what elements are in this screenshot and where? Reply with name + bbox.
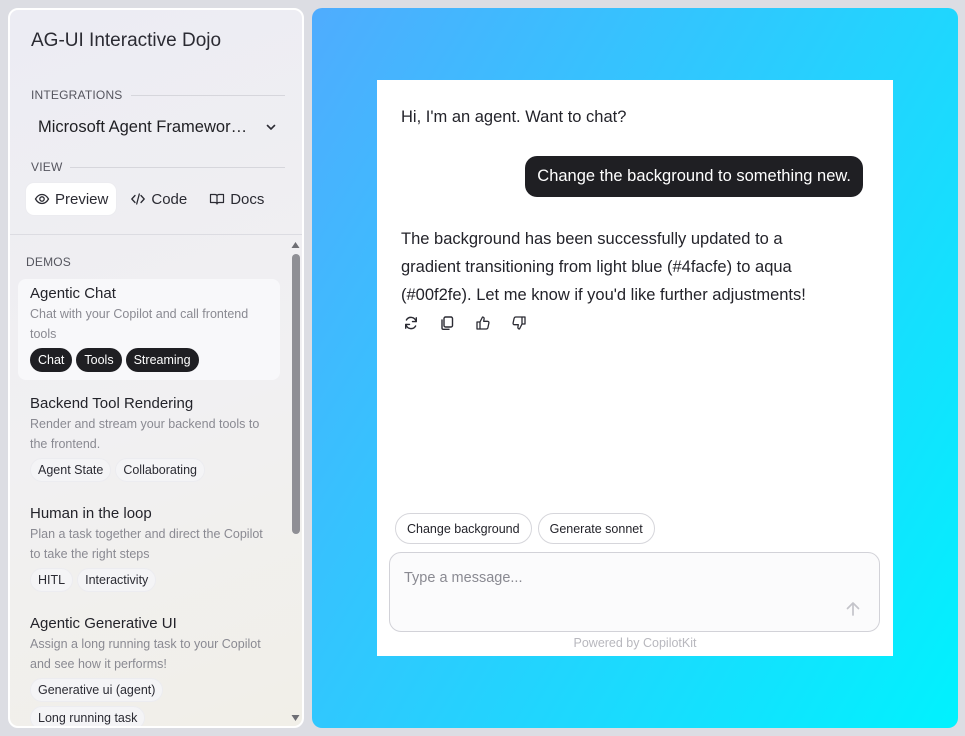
app-title: AG-UI Interactive Dojo	[31, 30, 222, 51]
demo-tags: Generative ui (agent) Long running task	[30, 678, 268, 726]
demo-description: Plan a task together and direct the Copi…	[30, 527, 263, 561]
arrow-up-icon	[846, 602, 860, 616]
demos-label: DEMOS	[26, 255, 72, 269]
integration-selected-label: Microsoft Agent Framework (.NET)	[38, 117, 254, 136]
view-section-label: VIEW	[31, 160, 285, 174]
divider	[10, 234, 302, 235]
suggestions: Change background Generate sonnet	[395, 513, 655, 544]
preview-area: Hi, I'm an agent. Want to chat? Change t…	[312, 8, 958, 728]
demo-description: Render and stream your backend tools to …	[30, 417, 260, 451]
demo-title: Agentic Chat	[30, 285, 116, 302]
chevron-down-icon	[264, 120, 278, 134]
thumbs-up-button[interactable]	[474, 314, 492, 332]
divider	[130, 94, 285, 96]
suggestion-generate-sonnet[interactable]: Generate sonnet	[537, 513, 655, 544]
view-label: VIEW	[31, 160, 63, 174]
code-icon	[130, 191, 146, 207]
integrations-section-label: INTEGRATIONS	[31, 88, 285, 102]
tag: Agent State	[30, 458, 112, 482]
tab-preview[interactable]: Preview	[26, 183, 117, 215]
message-input[interactable]	[404, 567, 824, 589]
message-composer	[389, 552, 880, 632]
tag: Chat	[30, 348, 73, 372]
demo-title: Backend Tool Rendering	[30, 395, 194, 412]
integrations-label: INTEGRATIONS	[31, 88, 123, 102]
demo-tags: Chat Tools Streaming	[30, 348, 268, 372]
tag: Long running task	[30, 706, 146, 726]
demo-item-agentic-generative-ui[interactable]: Agentic Generative UI Assign a long runn…	[18, 609, 280, 726]
tag: Collaborating	[115, 458, 205, 482]
demo-list: Agentic Chat Chat with your Copilot and …	[18, 279, 280, 726]
thumbs-up-icon	[476, 316, 490, 330]
book-icon	[209, 191, 225, 207]
tab-preview-label: Preview	[55, 190, 109, 208]
demo-tags: Agent State Collaborating	[30, 458, 268, 482]
tag: Interactivity	[77, 568, 157, 592]
scrollbar-thumb[interactable]	[292, 254, 300, 534]
powered-by: Powered by CopilotKit	[573, 636, 697, 650]
suggestion-change-background[interactable]: Change background	[395, 513, 532, 544]
demo-item-backend-tool-rendering[interactable]: Backend Tool Rendering Render and stream…	[18, 389, 280, 490]
tag: Tools	[76, 348, 122, 372]
demo-description: Chat with your Copilot and call frontend…	[30, 307, 249, 341]
tag: Streaming	[125, 348, 199, 372]
tab-docs[interactable]: Docs	[201, 183, 272, 215]
agent-message: Hi, I'm an agent. Want to chat?	[401, 108, 627, 126]
tag: Generative ui (agent)	[30, 678, 164, 702]
scroll-down-arrow-icon[interactable]	[291, 714, 300, 722]
demo-item-human-in-the-loop[interactable]: Human in the loop Plan a task together a…	[18, 499, 280, 600]
view-tabs: Preview Code Docs	[26, 183, 272, 215]
divider	[70, 166, 285, 168]
tag: HITL	[30, 568, 74, 592]
message-actions	[402, 314, 528, 332]
demo-item-agentic-chat[interactable]: Agentic Chat Chat with your Copilot and …	[18, 279, 280, 380]
demo-tags: HITL Interactivity	[30, 568, 268, 592]
regenerate-button[interactable]	[402, 314, 420, 332]
copy-button[interactable]	[438, 314, 456, 332]
agent-message: The background has been successfully upd…	[401, 230, 806, 304]
sidebar: AG-UI Interactive Dojo INTEGRATIONS Micr…	[8, 8, 304, 728]
chat-panel: Hi, I'm an agent. Want to chat? Change t…	[377, 80, 893, 656]
tab-docs-label: Docs	[230, 190, 265, 208]
scroll-up-arrow-icon[interactable]	[291, 241, 300, 249]
integration-dropdown[interactable]: Microsoft Agent Framework (.NET)	[38, 116, 278, 138]
eye-icon	[34, 191, 50, 207]
demo-list-scrollbar[interactable]	[289, 238, 302, 726]
demo-title: Agentic Generative UI	[30, 615, 177, 632]
demo-description: Assign a long running task to your Copil…	[30, 637, 261, 671]
user-message: Change the background to something new.	[525, 156, 863, 197]
thumbs-down-icon	[512, 316, 526, 330]
tab-code[interactable]: Code	[122, 183, 195, 215]
send-button[interactable]	[843, 599, 863, 619]
tab-code-label: Code	[151, 190, 188, 208]
refresh-icon	[405, 316, 417, 330]
thumbs-down-button[interactable]	[510, 314, 528, 332]
copy-icon	[441, 316, 454, 330]
demo-title: Human in the loop	[30, 505, 152, 522]
